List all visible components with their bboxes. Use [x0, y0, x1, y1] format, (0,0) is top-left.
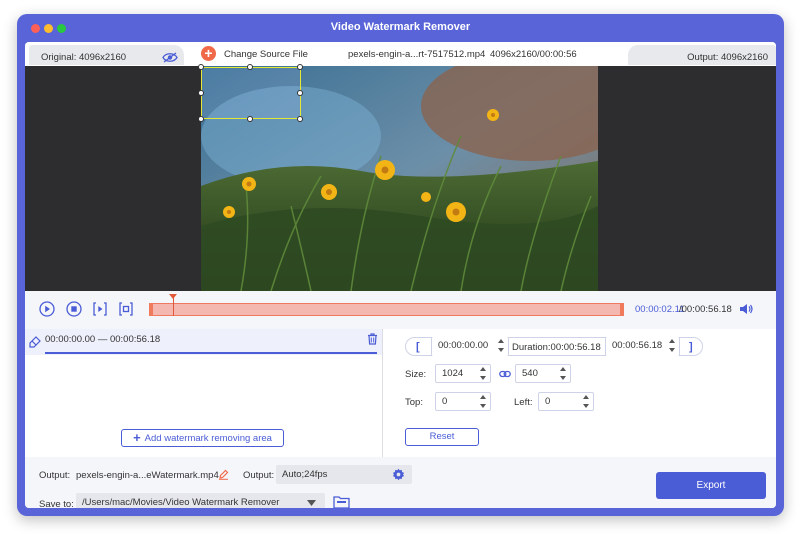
timeline-start-handle[interactable]: [149, 303, 153, 316]
timeline-end-handle[interactable]: [620, 303, 624, 316]
main-content: Original: 4096x2160 + Change Source File…: [25, 42, 776, 508]
watermark-area-list: 00:00:00.00 — 00:00:56.18 + Add watermark…: [25, 329, 382, 457]
add-area-label: Add watermark removing area: [144, 433, 272, 444]
resize-handle[interactable]: [247, 116, 253, 122]
start-time-value: 00:00:00.00: [438, 340, 489, 351]
stop-icon[interactable]: [66, 301, 82, 317]
top-stepper[interactable]: [480, 395, 487, 408]
left-input[interactable]: 0: [538, 392, 594, 411]
open-folder-icon[interactable]: [333, 495, 350, 508]
watermark-selection-box[interactable]: [201, 67, 301, 119]
loop-selection-icon[interactable]: [118, 301, 134, 317]
export-button[interactable]: Export: [656, 472, 766, 499]
height-value: 540: [522, 368, 538, 379]
end-time-value: 00:00:56.18: [612, 340, 663, 351]
start-time-input[interactable]: 00:00:00.00: [431, 337, 509, 356]
end-time-input[interactable]: 00:00:56.18: [605, 337, 680, 356]
segment-time-range: 00:00:00.00 — 00:00:56.18: [45, 334, 161, 345]
list-item[interactable]: 00:00:00.00 — 00:00:56.18: [25, 329, 382, 355]
left-value: 0: [545, 396, 551, 407]
output-format-label: Output:: [243, 470, 275, 481]
size-label: Size:: [405, 369, 427, 380]
set-end-bracket-icon[interactable]: ]: [689, 341, 693, 353]
edit-pencil-icon[interactable]: [218, 469, 229, 480]
play-icon[interactable]: [39, 301, 55, 317]
timeline-bar: 00:00:02.11 /00:00:56.18: [25, 291, 776, 329]
add-watermark-area-button[interactable]: + Add watermark removing area: [121, 429, 284, 447]
resize-handle[interactable]: [297, 116, 303, 122]
source-file-info: 4096x2160/00:00:56: [490, 49, 577, 60]
width-input[interactable]: 1024: [435, 364, 491, 383]
start-time-stepper[interactable]: [498, 339, 505, 352]
segment-progress-line: [45, 352, 377, 354]
current-time: 00:00:02.11: [635, 304, 685, 315]
resize-handle[interactable]: [198, 64, 204, 70]
duration-label: Duration:00:00:56.18: [512, 342, 601, 353]
trash-icon[interactable]: [367, 333, 378, 345]
gear-icon[interactable]: [392, 468, 405, 481]
save-path-select[interactable]: /Users/mac/Movies/Video Watermark Remove…: [76, 493, 325, 508]
left-stepper[interactable]: [583, 395, 590, 408]
play-selection-icon[interactable]: [92, 301, 108, 317]
resize-handle[interactable]: [297, 64, 303, 70]
volume-icon[interactable]: [739, 302, 753, 316]
reset-button[interactable]: Reset: [405, 428, 479, 446]
plus-icon: +: [133, 430, 141, 445]
top-input[interactable]: 0: [435, 392, 491, 411]
height-stepper[interactable]: [560, 367, 567, 380]
video-preview[interactable]: [25, 64, 776, 291]
link-ratio-icon[interactable]: [499, 369, 511, 379]
chevron-down-icon[interactable]: [307, 500, 316, 506]
left-label: Left:: [514, 397, 533, 408]
resize-handle[interactable]: [198, 116, 204, 122]
width-value: 1024: [442, 368, 464, 379]
output-resolution: Output: 4096x2160: [687, 52, 768, 63]
area-settings-panel: [ 00:00:00.00 Duration:00:00:56.18 00:00…: [383, 329, 776, 457]
time-range-control: [ 00:00:00.00 Duration:00:00:56.18 00:00…: [405, 337, 703, 356]
preview-header: Original: 4096x2160 + Change Source File…: [25, 42, 776, 66]
timeline-track[interactable]: [150, 303, 624, 316]
eye-toggle-icon[interactable]: [162, 52, 178, 63]
resize-handle[interactable]: [247, 64, 253, 70]
resize-handle[interactable]: [297, 90, 303, 96]
original-tab: Original: 4096x2160: [29, 45, 184, 65]
add-source-icon[interactable]: +: [201, 46, 216, 61]
playhead[interactable]: [173, 297, 174, 316]
top-value: 0: [442, 396, 448, 407]
top-label: Top:: [405, 397, 423, 408]
output-file-name: pexels-engin-a...eWatermark.mp4: [76, 470, 219, 481]
height-input[interactable]: 540: [515, 364, 571, 383]
save-path-value: /Users/mac/Movies/Video Watermark Remove…: [82, 497, 280, 508]
original-resolution: Original: 4096x2160: [41, 52, 127, 63]
output-tab: Output: 4096x2160: [628, 45, 776, 65]
window-title: Video Watermark Remover: [330, 21, 471, 33]
output-file-label: Output:: [39, 470, 71, 481]
resize-handle[interactable]: [198, 90, 204, 96]
width-stepper[interactable]: [480, 367, 487, 380]
source-file-name: pexels-engin-a...rt-7517512.mp4: [348, 49, 486, 60]
save-to-label: Save to:: [39, 499, 74, 508]
set-start-bracket-icon[interactable]: [: [416, 341, 420, 353]
change-source-button[interactable]: Change Source File: [224, 49, 308, 60]
end-time-stepper[interactable]: [669, 339, 676, 352]
output-format-value: Auto;24fps: [282, 469, 328, 480]
eraser-icon: [29, 336, 41, 348]
app-window: Video Watermark Remover Original: 4096x2…: [17, 14, 784, 516]
total-time: /00:00:56.18: [679, 304, 732, 315]
